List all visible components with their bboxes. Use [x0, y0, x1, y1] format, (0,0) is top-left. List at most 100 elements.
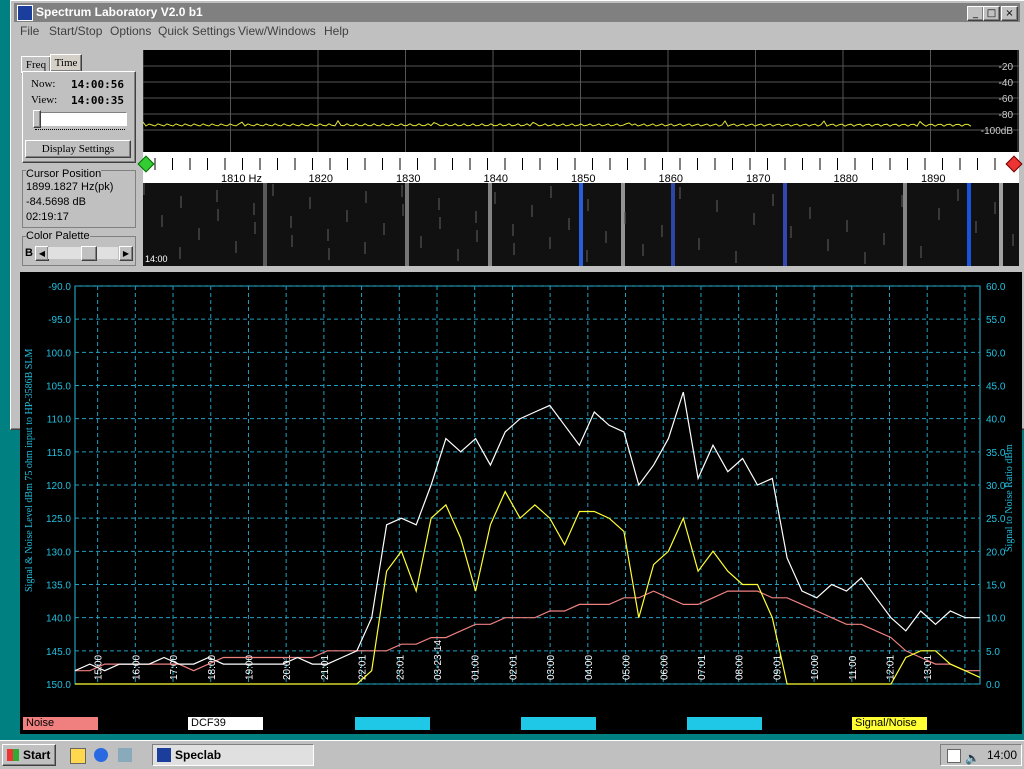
now-value: 14:00:56	[71, 78, 124, 91]
palette-thumb[interactable]	[81, 246, 97, 261]
y-axis-right-label: Signal to Noise Ratio dBm	[1004, 444, 1015, 552]
taskbar-speclab-label: Speclab	[175, 748, 222, 762]
channels-icon[interactable]	[118, 748, 132, 762]
waterfall-noise	[216, 190, 218, 202]
y-tick-left: 140.0	[46, 614, 71, 625]
waterfall-noise	[994, 202, 996, 214]
y-axis-left-label: Signal & Noise Level dBm 75 ohm input to…	[24, 349, 35, 592]
waterfall-noise	[272, 184, 274, 196]
x-tick: 16:00	[131, 655, 142, 680]
waterfall-noise	[438, 198, 440, 210]
menu-view-windows[interactable]: View/Windows	[238, 24, 316, 38]
y-tick-left: -95.0	[48, 315, 71, 326]
menu-file[interactable]: File	[20, 24, 39, 38]
db-label: -80	[999, 110, 1014, 121]
color-palette-panel: Color Palette B ◀ ▶	[22, 230, 136, 266]
menu-options[interactable]: Options	[110, 24, 151, 38]
y-tick-right: 5.0	[986, 647, 1000, 658]
waterfall-display[interactable]: 14:00	[143, 183, 1019, 266]
y-tick-right: 25.0	[986, 514, 1006, 525]
waterfall-noise	[531, 205, 533, 217]
volume-icon[interactable]: 🔈	[965, 748, 980, 768]
desktop-icon[interactable]	[70, 748, 86, 764]
x-tick: 13:01	[923, 655, 934, 680]
x-tick: 03:00	[546, 655, 557, 680]
y-tick-left: 125.0	[46, 514, 71, 525]
freq-label: 1840	[484, 173, 508, 183]
tray-schedule-icon[interactable]	[947, 749, 961, 763]
x-tick: 18:00	[207, 655, 218, 680]
y-tick-left: -90.0	[48, 282, 71, 293]
waterfall-noise	[790, 226, 792, 238]
freq-label: 1880	[834, 173, 858, 183]
waterfall-streak	[405, 183, 409, 266]
legend-item: Signal/Noise	[852, 717, 927, 730]
waterfall-noise	[568, 218, 570, 230]
x-tick: 06:00	[659, 655, 670, 680]
palette-b-label: B	[25, 247, 33, 259]
waterfall-streak	[488, 183, 492, 266]
waterfall-noise	[383, 223, 385, 235]
x-tick: 03-23-14	[433, 640, 444, 680]
waterfall-noise	[549, 237, 551, 249]
waterfall-noise	[587, 199, 589, 211]
y-tick-left: 100.0	[46, 348, 71, 359]
spectrum-display[interactable]: -20 -40 -60 -80 -100dB	[143, 50, 1019, 152]
waterfall-noise	[217, 209, 219, 221]
waterfall-noise	[605, 231, 607, 243]
window-title: Spectrum Laboratory V2.0 b1	[36, 5, 203, 19]
x-tick: 02:01	[508, 655, 519, 680]
menu-start-stop[interactable]: Start/Stop	[49, 24, 102, 38]
taskbar-speclab-button[interactable]: Speclab	[152, 744, 314, 766]
y-tick-left: 145.0	[46, 647, 71, 658]
db-label: -60	[999, 94, 1014, 105]
waterfall-noise	[253, 203, 255, 215]
palette-left-arrow[interactable]: ◀	[35, 246, 49, 261]
x-tick: 04:00	[584, 655, 595, 680]
waterfall-noise	[661, 225, 663, 237]
title-bar[interactable]: Spectrum Laboratory V2.0 b1 _ □ ×	[14, 3, 1020, 22]
start-label: Start	[23, 748, 51, 762]
app-icon	[17, 5, 33, 21]
db-label: -40	[999, 78, 1014, 89]
waterfall-noise	[494, 192, 496, 204]
time-slider[interactable]	[35, 112, 127, 126]
waterfall-noise	[198, 228, 200, 240]
menu-help[interactable]: Help	[324, 24, 349, 38]
frequency-scale[interactable]: 1810 Hz 1820 1830 1840 1850 1860 1870 1880 1890	[137, 152, 1023, 185]
y-tick-right: 30.0	[986, 481, 1006, 492]
waterfall-noise	[846, 220, 848, 232]
time-panel: Now: 14:00:56 View: 14:00:35 Display Set…	[22, 71, 136, 163]
view-label: View:	[31, 94, 58, 106]
cursor-time: 02:19:17	[26, 211, 69, 223]
freq-label: 1830	[396, 173, 420, 183]
maximize-button[interactable]: □	[983, 6, 1000, 21]
y-tick-left: 105.0	[46, 382, 71, 393]
legend-item	[521, 717, 596, 730]
waterfall-noise	[291, 235, 293, 247]
start-button[interactable]: Start	[2, 744, 56, 766]
clock: 14:00	[987, 748, 1018, 762]
x-tick: 20:01	[282, 655, 293, 680]
view-value: 14:00:35	[71, 94, 124, 107]
waterfall-noise	[161, 215, 163, 227]
waterfall-streak	[263, 183, 267, 266]
plot-window[interactable]: Signal & Noise Level dBm 75 ohm input to…	[20, 272, 1022, 734]
internet-explorer-icon[interactable]	[94, 748, 108, 762]
x-tick: 17:00	[169, 655, 180, 680]
palette-right-arrow[interactable]: ▶	[119, 246, 133, 261]
display-settings-button[interactable]: Display Settings	[25, 140, 131, 158]
waterfall-noise	[235, 241, 237, 253]
y-tick-right: 15.0	[986, 581, 1006, 592]
waterfall-noise	[364, 242, 366, 254]
waterfall-noise	[328, 248, 330, 260]
close-button[interactable]: ×	[1001, 6, 1018, 21]
waterfall-streak	[967, 183, 971, 266]
menu-quick-settings[interactable]: Quick Settings	[158, 24, 235, 38]
db-label: -20	[999, 62, 1014, 73]
time-slider-thumb[interactable]	[33, 110, 41, 128]
cursor-title: Cursor Position	[26, 168, 102, 180]
tab-time[interactable]: Time	[50, 54, 82, 72]
minimize-button[interactable]: _	[967, 6, 984, 21]
x-tick: 19:00	[244, 655, 255, 680]
